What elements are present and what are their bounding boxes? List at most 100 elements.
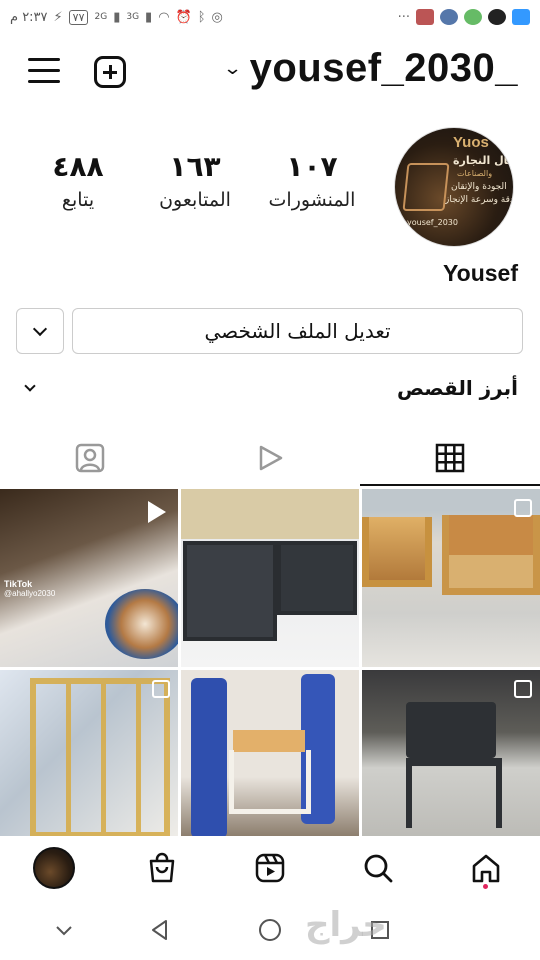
plus-square-icon[interactable]: [94, 56, 126, 88]
avatar-text-line: والصناعات: [457, 169, 493, 178]
notification-icon: [512, 9, 530, 25]
story-highlights[interactable]: أبرز القصص: [0, 372, 540, 408]
notification-icon: [464, 9, 482, 25]
back-triangle-icon: [152, 920, 167, 940]
reels-icon: [255, 853, 285, 883]
coffee-cup-image: [105, 589, 178, 659]
alarm-icon: ⏰: [175, 9, 192, 25]
tab-grid[interactable]: [360, 430, 540, 486]
posts-count[interactable]: ١٠٧ المنشورات: [252, 150, 372, 211]
posts-count-label: المنشورات: [268, 189, 356, 211]
tagged-person-icon: [75, 443, 105, 473]
bench-image: [442, 515, 540, 595]
chevron-down-icon: [56, 926, 72, 936]
chair-image: [406, 702, 496, 758]
chair-image: [233, 730, 305, 752]
username: yousef_2030_: [249, 46, 518, 90]
post-tile-carousel[interactable]: [0, 670, 178, 848]
shelf-image: [277, 541, 357, 615]
notification-icon: [416, 9, 434, 25]
status-bar-right: ···: [398, 9, 530, 25]
profile-tabs: [0, 430, 540, 486]
system-home-button[interactable]: [254, 914, 286, 946]
followers-count-label: المتابعون: [159, 189, 231, 211]
chevron-down-icon: [32, 321, 48, 336]
following-count-value: ٤٨٨: [52, 150, 104, 183]
carousel-icon: [514, 680, 532, 698]
suggested-accounts-button[interactable]: [16, 308, 64, 354]
notification-dot: [483, 884, 488, 889]
followers-count[interactable]: ١٦٣ المتابعون: [135, 150, 255, 211]
followers-count-value: ١٦٣: [169, 150, 221, 183]
avatar-text-line: أعمال النجارة: [453, 154, 514, 167]
avatar-chair-shape: [402, 163, 450, 211]
cabinet-image: [30, 678, 170, 838]
search-icon: [364, 854, 393, 883]
status-bar-left: ٢:٣٧ م ⚡ ٧٧ 2G ▮ 3G ▮ ◠ ⏰ ᛒ ◎: [10, 9, 223, 25]
system-navigation: [0, 900, 540, 960]
status-time: ٢:٣٧ م: [10, 9, 48, 25]
chair-image: [229, 750, 311, 814]
nav-profile[interactable]: [30, 844, 78, 892]
profile-avatar: [33, 847, 75, 889]
story-highlights-label: أبرز القصص: [396, 376, 518, 400]
more-icon: ···: [397, 9, 410, 25]
signal-icon: ▮: [113, 9, 121, 25]
grid-icon: [435, 443, 465, 473]
notification-icon: [440, 9, 458, 25]
shelf-image: [183, 541, 277, 641]
tiktok-handle: @ahallyo2030: [4, 589, 56, 598]
carousel-icon: [514, 499, 532, 517]
profile-header: ⌄ yousef_2030_: [0, 40, 540, 104]
post-tile-reel[interactable]: TikTok @ahallyo2030: [0, 489, 178, 667]
slide-image: [191, 678, 227, 838]
carousel-icon: [152, 680, 170, 698]
play-icon: [259, 445, 283, 471]
following-count[interactable]: ٤٨٨ يتابع: [18, 150, 138, 211]
hamburger-icon[interactable]: [28, 58, 60, 86]
chair-image: [406, 758, 502, 828]
wifi-icon: ◠: [158, 9, 170, 25]
reel-play-icon: [148, 501, 166, 523]
nav-search[interactable]: [354, 844, 402, 892]
home-icon: [472, 854, 500, 883]
shop-icon: [149, 852, 175, 883]
avatar-brand-text: Yuos: [453, 134, 489, 151]
home-circle-icon: [259, 919, 281, 941]
bench-image: [362, 517, 432, 587]
chevron-down-icon: ⌄: [222, 58, 242, 79]
post-tile-carousel[interactable]: [362, 670, 540, 848]
post-tile-image[interactable]: [181, 489, 359, 667]
bluetooth-icon: ᛒ: [197, 9, 206, 25]
notification-icon: [488, 9, 506, 25]
charging-icon: ⚡: [53, 9, 63, 25]
post-tile-carousel[interactable]: [362, 489, 540, 667]
bottom-navigation: [0, 836, 540, 900]
posts-count-value: ١٠٧: [286, 150, 338, 183]
avatar-handle-text: yousef_2030: [407, 218, 458, 227]
system-back-button[interactable]: [144, 914, 176, 946]
tiktok-watermark: TikTok @ahallyo2030: [4, 579, 55, 598]
system-collapse-button[interactable]: [48, 914, 80, 946]
post-tile-image[interactable]: [181, 670, 359, 848]
network-3g-label: 3G: [126, 12, 140, 22]
tab-tagged[interactable]: [0, 430, 180, 486]
signal-icon: ▮: [145, 9, 153, 25]
nav-shop[interactable]: [138, 844, 186, 892]
avatar-text-line: الدقة وسرعة الإنجاز: [445, 195, 514, 205]
battery-level: ٧٧: [68, 9, 89, 25]
profile-avatar[interactable]: Yuos أعمال النجارة والصناعات الجودة والإ…: [394, 127, 514, 247]
whatsapp-icon: ◎: [211, 9, 223, 25]
tiktok-label: TikTok: [4, 579, 33, 589]
display-name: Yousef: [443, 260, 518, 286]
tab-reels[interactable]: [180, 430, 360, 486]
site-watermark: حراج: [305, 905, 387, 945]
account-switcher[interactable]: ⌄ yousef_2030_: [222, 46, 519, 91]
chevron-down-icon: [24, 380, 36, 392]
post-grid: TikTok @ahallyo2030: [0, 489, 540, 848]
status-bar: ٢:٣٧ م ⚡ ٧٧ 2G ▮ 3G ▮ ◠ ⏰ ᛒ ◎ ···: [0, 0, 540, 34]
network-2g-label: 2G: [94, 12, 108, 22]
edit-profile-button[interactable]: تعديل الملف الشخصي: [72, 308, 523, 354]
following-count-label: يتابع: [61, 189, 95, 211]
nav-reels[interactable]: [246, 844, 294, 892]
